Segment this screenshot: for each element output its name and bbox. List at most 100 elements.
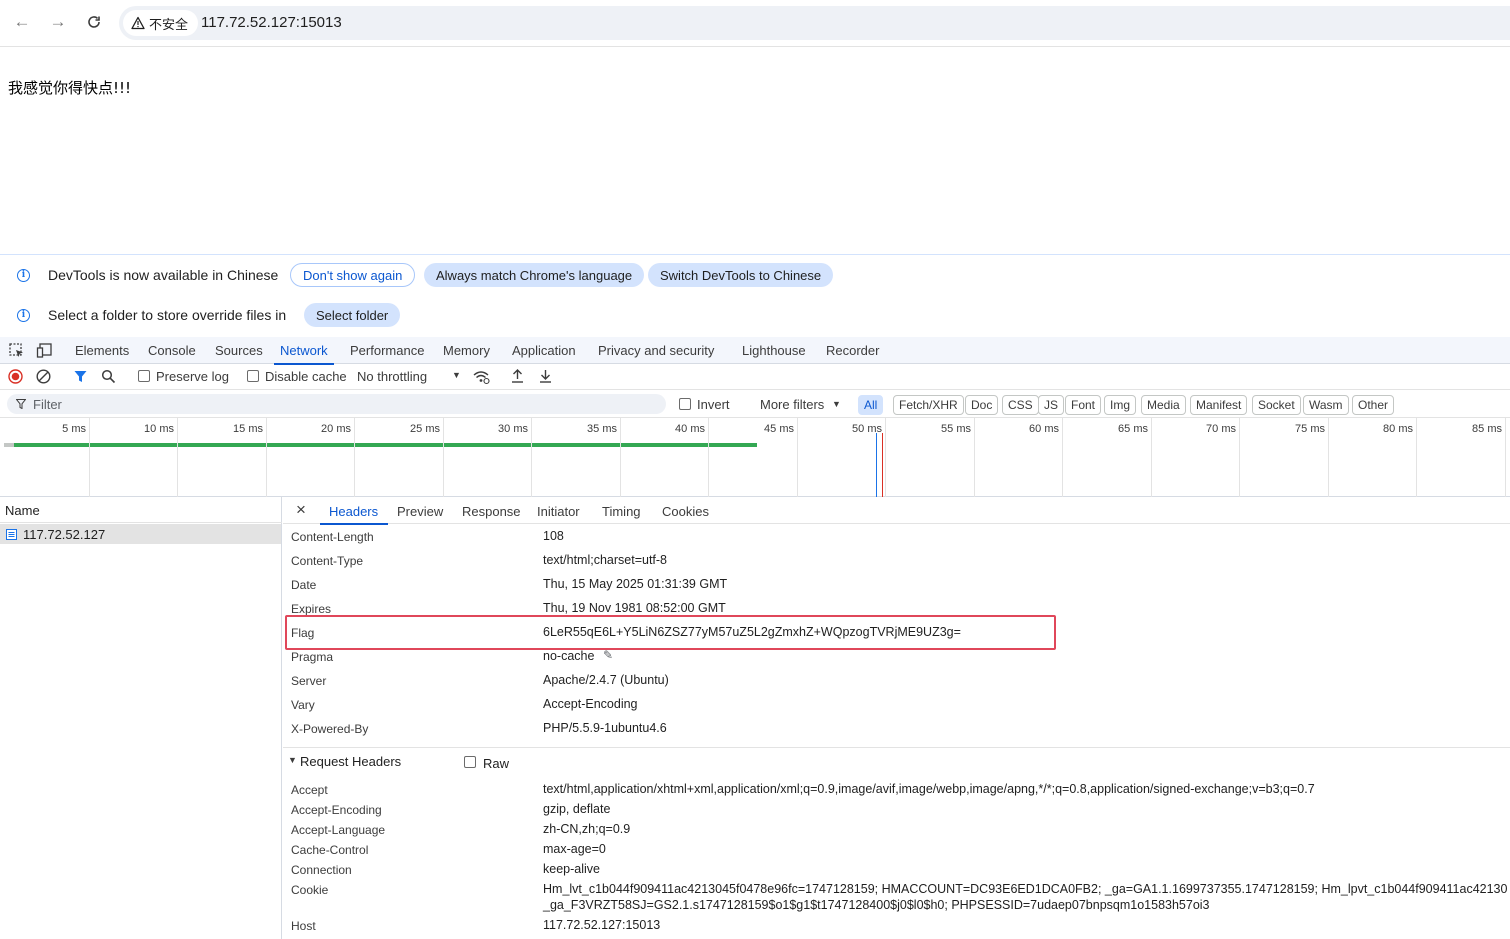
download-icon[interactable] (538, 368, 553, 384)
back-icon[interactable]: ← (11, 11, 33, 33)
inspect-element-icon[interactable] (8, 342, 25, 359)
clear-icon[interactable] (36, 369, 51, 384)
type-filter-img[interactable]: Img (1104, 395, 1137, 415)
close-icon[interactable]: × (296, 500, 306, 520)
header-name: Accept-Language (291, 823, 386, 837)
header-name: Cache-Control (291, 843, 369, 857)
request-details: × Headers Preview Response Initiator Tim… (283, 497, 1510, 939)
timeline-tick-label: 85 ms (1472, 423, 1502, 435)
always-match-language-button[interactable]: Always match Chrome's language (424, 263, 645, 287)
header-name: Host (291, 919, 316, 933)
type-filter-wasm[interactable]: Wasm (1303, 395, 1349, 415)
header-name: X-Powered-By (291, 722, 369, 736)
header-name: Connection (291, 863, 352, 877)
tab-initiator[interactable]: Initiator (537, 504, 580, 519)
dont-show-again-button[interactable]: Don't show again (290, 263, 416, 287)
timeline-gridline (974, 418, 975, 497)
tab-sources[interactable]: Sources (215, 343, 263, 358)
header-value: max-age=0 (543, 842, 606, 856)
tab-network[interactable]: Network (274, 343, 334, 365)
type-filter-all[interactable]: All (858, 395, 884, 415)
filter-placeholder: Filter (33, 397, 62, 412)
record-icon[interactable] (8, 369, 23, 384)
devtools-tabbar: Elements Console Sources Network Perform… (0, 337, 1510, 365)
chevron-down-icon[interactable]: ▼ (832, 399, 841, 409)
header-value: keep-alive (543, 862, 600, 876)
timeline-tick-label: 70 ms (1206, 423, 1236, 435)
filter-icon (16, 399, 26, 409)
request-row[interactable]: 117.72.52.127 (0, 524, 281, 544)
forward-icon[interactable]: → (47, 11, 69, 33)
tab-elements[interactable]: Elements (75, 343, 129, 358)
raw-checkbox[interactable] (464, 756, 476, 768)
tab-memory[interactable]: Memory (443, 343, 490, 358)
tab-privacy-security[interactable]: Privacy and security (598, 343, 714, 358)
request-headers-header[interactable]: ▼ Request Headers Raw (283, 748, 1510, 774)
more-filters-dropdown[interactable]: More filters (760, 397, 824, 412)
search-icon[interactable] (101, 369, 116, 384)
type-filter-js[interactable]: JS (1038, 395, 1065, 415)
filter-funnel-icon[interactable] (73, 369, 88, 384)
type-filter-doc[interactable]: Doc (965, 395, 999, 415)
header-value: no-cache (543, 649, 595, 663)
tab-lighthouse[interactable]: Lighthouse (742, 343, 806, 358)
tab-performance[interactable]: Performance (350, 343, 424, 358)
request-header-row: Cache-Control max-age=0 (291, 840, 1510, 860)
tab-headers[interactable]: Headers (319, 504, 389, 525)
filter-bar: Filter Invert More filters ▼ All Fetch/X… (0, 390, 1510, 418)
request-headers-title: Request Headers (300, 754, 402, 769)
tab-timing[interactable]: Timing (602, 504, 641, 519)
network-overview-timeline[interactable]: 5 ms 10 ms 15 ms 20 ms 25 ms 30 ms 35 ms 40 ms 4… (0, 418, 1510, 497)
timeline-gridline (1505, 418, 1506, 497)
preserve-log-checkbox[interactable] (138, 370, 150, 382)
timeline-tick-label: 55 ms (941, 423, 971, 435)
type-filter-media[interactable]: Media (1141, 395, 1186, 415)
header-value: 108 (543, 529, 564, 543)
security-label: 不安全 (149, 16, 189, 32)
upload-icon[interactable] (510, 368, 525, 384)
security-chip[interactable]: 不安全 (123, 10, 199, 36)
timeline-tick-label: 20 ms (321, 423, 351, 435)
type-filter-font[interactable]: Font (1065, 395, 1102, 415)
throttling-select[interactable]: No throttling (357, 369, 427, 384)
url-text[interactable]: 117.72.52.127:15013 (201, 14, 342, 31)
timeline-gridline (266, 418, 267, 497)
request-list: Name 117.72.52.127 (0, 497, 282, 939)
timeline-gridline (531, 418, 532, 497)
chevron-down-icon[interactable]: ▼ (452, 370, 461, 380)
tab-application[interactable]: Application (512, 343, 576, 358)
timeline-gridline (1416, 418, 1417, 497)
edit-pencil-icon[interactable]: ✎ (603, 648, 613, 662)
reload-icon[interactable] (83, 11, 105, 33)
header-name: Cookie (291, 883, 329, 897)
timeline-tick-label: 65 ms (1118, 423, 1148, 435)
tab-console[interactable]: Console (148, 343, 196, 358)
type-filter-manifest[interactable]: Manifest (1190, 395, 1248, 415)
device-toolbar-icon[interactable] (36, 342, 53, 359)
select-folder-button[interactable]: Select folder (304, 303, 401, 327)
type-filter-socket[interactable]: Socket (1252, 395, 1301, 415)
disable-cache-checkbox[interactable] (247, 370, 259, 382)
name-column-header[interactable]: Name (0, 497, 282, 523)
waterfall-bar-queue (4, 443, 14, 447)
address-bar[interactable]: 不安全 117.72.52.127:15013 (119, 6, 1510, 40)
type-filter-css[interactable]: CSS (1002, 395, 1039, 415)
timeline-tick-label: 50 ms (852, 423, 882, 435)
tab-response[interactable]: Response (462, 504, 521, 519)
switch-to-chinese-button[interactable]: Switch DevTools to Chinese (648, 263, 834, 287)
header-value: Hm_lvt_c1b044f909411ac4213045f0478e96fc=… (543, 882, 1508, 896)
tab-recorder[interactable]: Recorder (826, 343, 879, 358)
tab-preview[interactable]: Preview (397, 504, 443, 519)
invert-checkbox[interactable] (679, 398, 691, 410)
triangle-down-icon[interactable]: ▼ (288, 755, 297, 765)
flag-highlight-box (285, 615, 1056, 650)
request-name: 117.72.52.127 (23, 527, 106, 542)
filter-input[interactable]: Filter (7, 394, 666, 414)
type-filter-fetch-xhr[interactable]: Fetch/XHR (893, 395, 964, 415)
tab-cookies[interactable]: Cookies (662, 504, 709, 519)
type-filter-other[interactable]: Other (1352, 395, 1395, 415)
header-name: Expires (291, 602, 332, 616)
timeline-gridline (620, 418, 621, 497)
header-value: gzip, deflate (543, 802, 611, 816)
network-conditions-icon[interactable] (472, 369, 490, 385)
